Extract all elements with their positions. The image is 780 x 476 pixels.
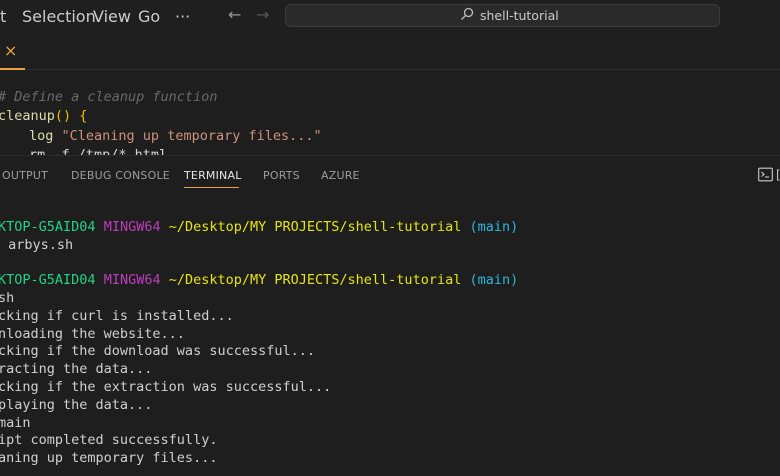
tab-azure[interactable]: AZURE xyxy=(321,169,360,182)
output-line: main xyxy=(0,415,31,431)
code-partial-line: rm -f /tmp/*.html xyxy=(29,147,168,155)
menu-item-partial[interactable]: t xyxy=(0,7,6,26)
code-log-line: log "Cleaning up temporary files..." xyxy=(29,128,322,144)
tab-terminal[interactable]: TERMINAL xyxy=(184,169,242,182)
output-line: cking if curl is installed... xyxy=(0,308,234,324)
prompt-path: ~/Desktop/MY PROJECTS/shell-tutorial xyxy=(168,272,462,288)
search-text: shell-tutorial xyxy=(480,8,559,23)
title-bar: t Selection View Go ··· ← → shell-tutori… xyxy=(0,0,780,32)
code-function-line: cleanup() { xyxy=(0,108,87,124)
panel-edge-glyph: [ xyxy=(776,168,780,182)
output-line: cking if the download was successful... xyxy=(0,343,315,359)
close-icon[interactable]: × xyxy=(4,41,17,60)
active-panel-tab-indicator xyxy=(184,187,239,188)
prompt-branch: (main) xyxy=(469,272,519,288)
command-center-search[interactable]: shell-tutorial xyxy=(285,4,720,27)
prompt-branch: (main) xyxy=(469,219,519,235)
function-brace: { xyxy=(71,108,88,124)
tab-output[interactable]: OUTPUT xyxy=(2,169,48,182)
more-menu-button[interactable]: ··· xyxy=(175,7,190,26)
prompt-mingw: MINGW64 xyxy=(103,219,161,235)
prompt-host: KTOP-G5AID04 xyxy=(0,272,96,288)
menu-item-view[interactable]: View xyxy=(93,7,131,26)
terminal-output[interactable]: KTOP-G5AID04 MINGW64 ~/Desktop/MY PROJEC… xyxy=(0,216,780,476)
editor-tab-row: × xyxy=(0,32,780,70)
prompt-line: KTOP-G5AID04 MINGW64 ~/Desktop/MY PROJEC… xyxy=(0,272,518,288)
function-name: cleanup xyxy=(0,108,55,124)
output-line: cking if the extraction was successful..… xyxy=(0,379,332,395)
output-line: playing the data... xyxy=(0,397,153,413)
prompt-path: ~/Desktop/MY PROJECTS/shell-tutorial xyxy=(168,219,462,235)
back-arrow-icon[interactable]: ← xyxy=(228,5,241,24)
output-line: racting the data... xyxy=(0,361,153,377)
menu-item-go[interactable]: Go xyxy=(138,7,160,26)
output-line: aning up temporary files... xyxy=(0,450,218,466)
tab-debug-console[interactable]: DEBUG CONSOLE xyxy=(71,169,170,182)
prompt-host: KTOP-G5AID04 xyxy=(0,219,96,235)
code-comment-line: # Define a cleanup function xyxy=(0,89,218,105)
output-line: nloading the website... xyxy=(0,326,185,342)
bottom-panel: OUTPUT DEBUG CONSOLE TERMINAL PORTS AZUR… xyxy=(0,155,780,471)
code-editor[interactable]: # Define a cleanup function cleanup() { … xyxy=(0,70,780,155)
command-line: arbys.sh xyxy=(0,237,74,253)
forward-arrow-icon[interactable]: → xyxy=(256,5,269,24)
function-parens: () xyxy=(54,108,72,124)
prompt-line: KTOP-G5AID04 MINGW64 ~/Desktop/MY PROJEC… xyxy=(0,219,518,235)
log-command: log xyxy=(29,128,54,144)
search-icon xyxy=(461,7,474,20)
prompt-mingw: MINGW64 xyxy=(103,272,161,288)
output-line: ipt completed successfully. xyxy=(0,432,218,448)
menu-item-selection[interactable]: Selection xyxy=(22,7,96,26)
log-string: "Cleaning up temporary files..." xyxy=(61,128,322,144)
tab-ports[interactable]: PORTS xyxy=(263,169,300,182)
terminal-icon[interactable] xyxy=(758,167,773,182)
command-line: sh xyxy=(0,290,15,306)
